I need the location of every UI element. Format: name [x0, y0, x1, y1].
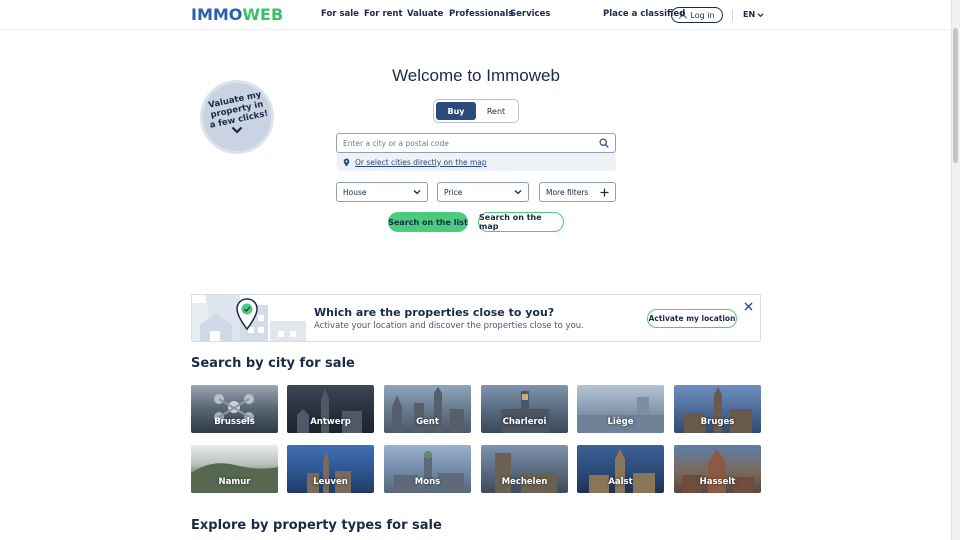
search-map-button[interactable]: Search on the map — [478, 212, 564, 232]
price-value: Price — [444, 187, 463, 197]
chevron-down-icon — [413, 190, 421, 195]
location-pin-icon — [343, 158, 350, 166]
language-selector[interactable]: EN — [743, 10, 764, 19]
city-label: Mons — [414, 477, 441, 487]
banner-title: Which are the properties close to you? — [314, 306, 555, 319]
city-tile-mons[interactable]: Mons — [384, 445, 471, 493]
property-type-select[interactable]: House — [336, 182, 428, 202]
buy-rent-toggle: Buy Rent — [433, 99, 519, 123]
valuate-badge[interactable]: Valuate my property in a few clicks! — [200, 80, 274, 154]
login-button[interactable]: Log in — [671, 7, 723, 23]
property-types-section-title: Explore by property types for sale — [191, 518, 442, 533]
logo-part1: IMMO — [191, 5, 243, 24]
more-filters-button[interactable]: More filters — [539, 182, 616, 202]
nav-for-rent[interactable]: For rent — [364, 9, 403, 19]
close-icon[interactable] — [744, 301, 753, 314]
banner-subtitle: Activate your location and discover the … — [314, 321, 584, 331]
city-tile-charleroi[interactable]: Charleroi — [481, 385, 568, 433]
city-label: Gent — [416, 417, 439, 427]
city-label: Leuven — [313, 477, 348, 487]
city-label: Hasselt — [699, 477, 736, 487]
cities-section-title: Search by city for sale — [191, 356, 355, 371]
tab-rent[interactable]: Rent — [476, 102, 516, 120]
chevron-down-icon — [231, 126, 243, 134]
search-icon[interactable] — [599, 138, 609, 148]
page: IMMOWEB For sale For rent Valuate Profes… — [0, 0, 951, 540]
city-tile-hasselt[interactable]: Hasselt — [674, 445, 761, 493]
city-tile-namur[interactable]: Namur — [191, 445, 278, 493]
city-label: Brussels — [214, 417, 255, 427]
city-tile-gent[interactable]: Gent — [384, 385, 471, 433]
search-placeholder: Enter a city or a postal code — [343, 138, 449, 148]
page-title: Welcome to Immoweb — [392, 66, 560, 85]
login-label: Log in — [690, 10, 715, 20]
city-label: Antwerp — [310, 417, 351, 427]
nav-services[interactable]: Services — [510, 9, 550, 19]
plus-icon — [600, 188, 609, 196]
map-select-bar: Or select cities directly on the map — [337, 153, 616, 171]
city-tile-aalst[interactable]: Aalst — [577, 445, 664, 493]
tab-buy[interactable]: Buy — [436, 102, 476, 120]
logo-part2: WEB — [242, 5, 284, 24]
language-label: EN — [743, 10, 756, 19]
header-divider — [732, 10, 733, 21]
city-label: Liège — [607, 417, 634, 427]
city-label: Charleroi — [502, 417, 547, 427]
property-type-value: House — [343, 187, 367, 197]
city-tile-leuven[interactable]: Leuven — [287, 445, 374, 493]
city-tile-mechelen[interactable]: Mechelen — [481, 445, 568, 493]
location-banner: Which are the properties close to you? A… — [191, 294, 761, 342]
valuate-badge-text: Valuate my property in a few clicks! — [207, 89, 270, 131]
scrollbar-thumb[interactable] — [953, 28, 958, 163]
city-label: Namur — [218, 477, 251, 487]
city-label: Bruges — [700, 417, 735, 427]
nav-valuate[interactable]: Valuate — [407, 9, 443, 19]
city-label: Mechelen — [501, 477, 548, 487]
chevron-down-icon — [514, 190, 522, 195]
activate-location-button[interactable]: Activate my location — [647, 309, 737, 328]
city-tile-liege[interactable]: Liège — [577, 385, 664, 433]
nav-for-sale[interactable]: For sale — [321, 9, 359, 19]
immoweb-logo[interactable]: IMMOWEB — [191, 5, 283, 25]
price-select[interactable]: Price — [437, 182, 529, 202]
search-list-button[interactable]: Search on the list — [388, 212, 468, 232]
user-icon — [679, 11, 688, 19]
select-on-map-link[interactable]: Or select cities directly on the map — [355, 158, 487, 167]
nav-professionals[interactable]: Professionals — [449, 9, 513, 19]
city-tile-brussels[interactable]: Brussels — [191, 385, 278, 433]
city-tile-antwerp[interactable]: Antwerp — [287, 385, 374, 433]
city-label: Aalst — [608, 477, 633, 487]
city-tile-bruges[interactable]: Bruges — [674, 385, 761, 433]
location-illustration — [192, 295, 306, 341]
search-input[interactable]: Enter a city or a postal code — [336, 133, 616, 153]
more-filters-label: More filters — [546, 187, 589, 197]
header: IMMOWEB For sale For rent Valuate Profes… — [0, 0, 951, 30]
chevron-down-icon — [757, 12, 764, 17]
